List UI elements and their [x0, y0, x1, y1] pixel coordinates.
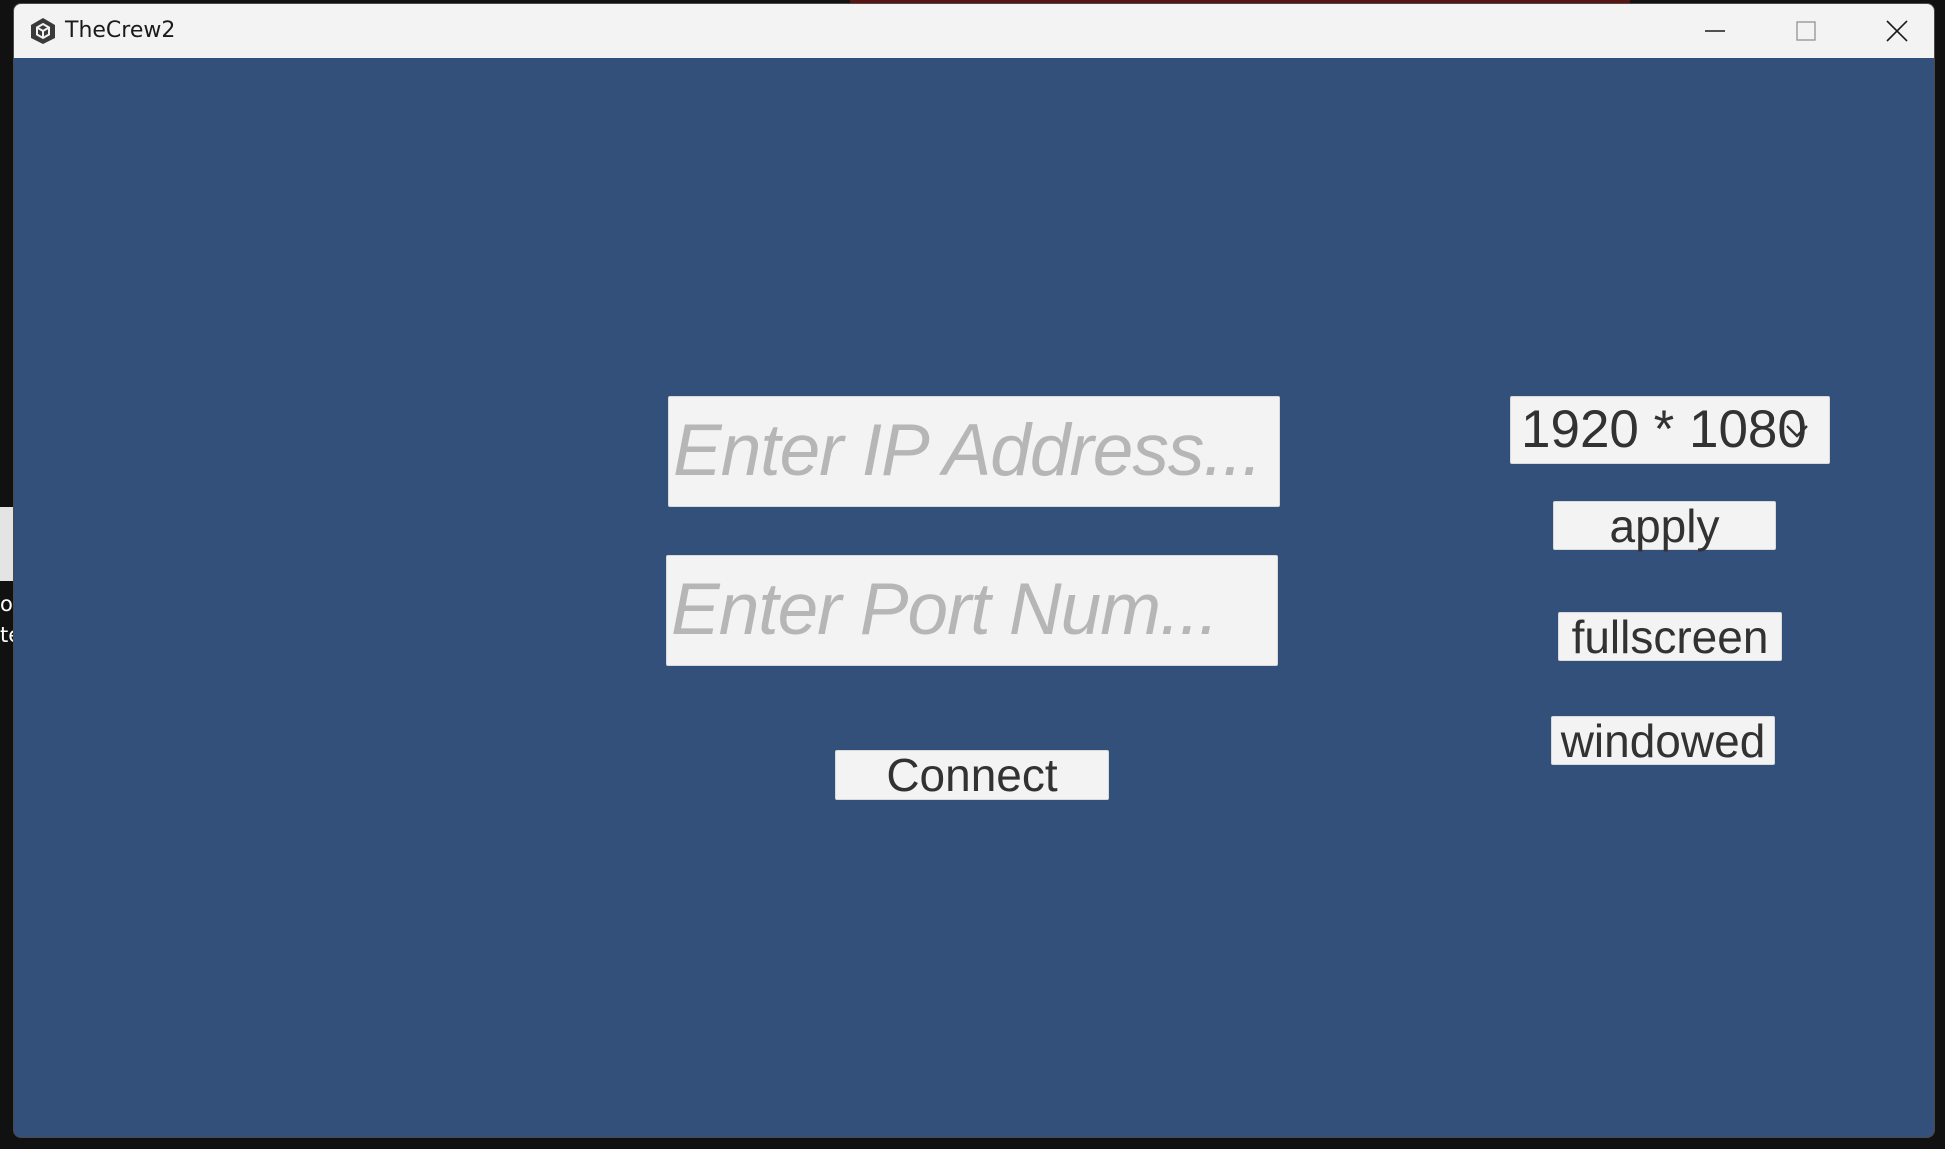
- port-number-input[interactable]: Enter Port Num...: [666, 555, 1278, 666]
- close-button[interactable]: [1852, 4, 1934, 58]
- app-window: TheCrew2 Enter IP Address... Enter Port …: [13, 3, 1935, 1138]
- minimize-icon: [1705, 30, 1725, 32]
- title-bar[interactable]: TheCrew2: [14, 4, 1934, 58]
- minimize-button[interactable]: [1670, 4, 1760, 58]
- unity-cube-icon: [31, 18, 55, 44]
- apply-button[interactable]: apply: [1553, 500, 1776, 552]
- close-icon: [1886, 20, 1908, 42]
- resolution-selected-value: 1920 * 1080: [1521, 400, 1807, 459]
- maximize-icon: [1796, 21, 1816, 41]
- connect-button[interactable]: Connect: [835, 749, 1109, 801]
- desktop-text-line-1: o: [0, 592, 13, 616]
- fullscreen-button[interactable]: fullscreen: [1558, 611, 1782, 663]
- window-title: TheCrew2: [65, 18, 176, 43]
- windowed-button[interactable]: windowed: [1551, 715, 1775, 767]
- ip-address-input[interactable]: Enter IP Address...: [668, 396, 1280, 507]
- maximize-button[interactable]: [1761, 4, 1851, 58]
- resolution-dropdown[interactable]: 1920 * 1080: [1510, 396, 1830, 464]
- desktop-window-edge: [0, 507, 14, 581]
- chevron-down-icon: [1786, 425, 1808, 438]
- desktop-text-line-2: te: [0, 623, 14, 647]
